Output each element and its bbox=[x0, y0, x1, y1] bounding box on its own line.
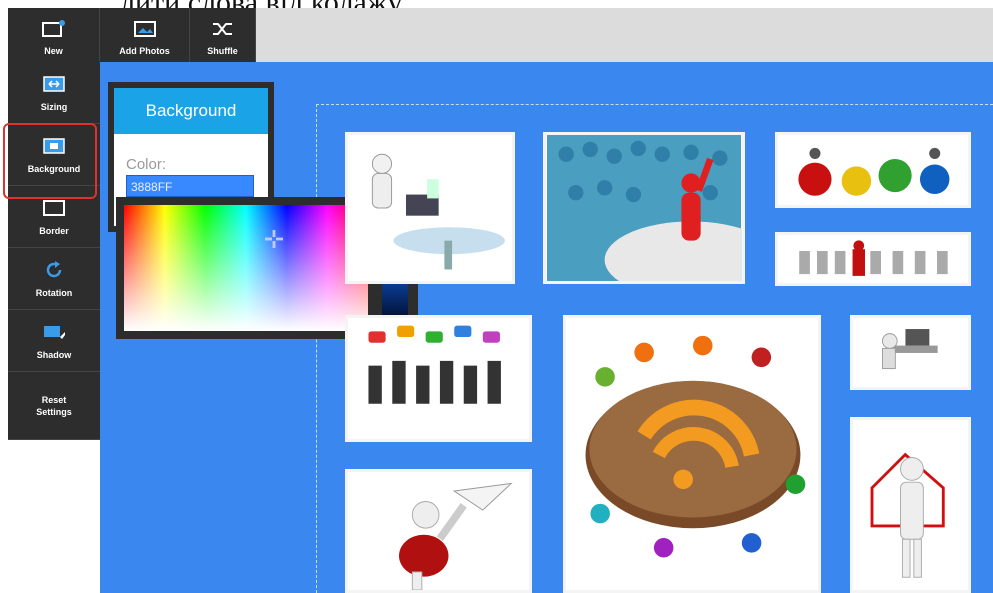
top-toolbar-buttons: New Add Photos Shuffle bbox=[8, 8, 256, 62]
collage-photo-paper-plane-figure[interactable] bbox=[345, 469, 532, 593]
collage-photo-laptop-meeting[interactable] bbox=[345, 132, 515, 284]
sidebar-item-shadow[interactable]: Shadow bbox=[8, 310, 100, 372]
collage-photo-round-table-wifi[interactable] bbox=[563, 315, 821, 593]
settings-sidebar: Sizing Background Border Rotation Shadow… bbox=[8, 62, 100, 440]
collage-photo-desk-figure[interactable] bbox=[850, 315, 971, 390]
shuffle-button-label: Shuffle bbox=[207, 46, 238, 56]
background-highlight-annotation bbox=[3, 123, 97, 199]
add-photos-button[interactable]: Add Photos bbox=[100, 8, 190, 62]
color-hex-input[interactable]: 3888FF bbox=[126, 175, 254, 197]
collage-photo-speech-bubbles-crowd[interactable] bbox=[345, 315, 532, 442]
collage-photo-gears-teamwork[interactable] bbox=[775, 132, 971, 208]
color-label: Color: bbox=[126, 156, 167, 173]
sidebar-item-label: Sizing bbox=[40, 101, 68, 112]
shadow-icon bbox=[41, 322, 67, 344]
shuffle-icon bbox=[211, 20, 235, 40]
color-spectrum-field[interactable] bbox=[124, 205, 368, 331]
photo-icon bbox=[133, 20, 157, 40]
new-collage-icon bbox=[41, 20, 67, 40]
sizing-icon bbox=[41, 74, 67, 96]
sidebar-item-label: Shadow bbox=[36, 349, 72, 360]
collage-photo-crowd-leader[interactable] bbox=[543, 132, 745, 284]
new-button-label: New bbox=[44, 46, 63, 56]
reset-settings-button[interactable]: Reset Settings bbox=[8, 372, 100, 440]
sidebar-item-rotation[interactable]: Rotation bbox=[8, 248, 100, 310]
collage-photo-red-figure-row[interactable] bbox=[775, 232, 971, 286]
sidebar-item-sizing[interactable]: Sizing bbox=[8, 62, 100, 124]
shuffle-button[interactable]: Shuffle bbox=[190, 8, 256, 62]
crosshair-icon bbox=[265, 230, 283, 248]
new-button[interactable]: New bbox=[8, 8, 100, 62]
add-photos-button-label: Add Photos bbox=[119, 46, 170, 56]
background-panel-title: Background bbox=[114, 88, 268, 134]
rotation-icon bbox=[43, 260, 65, 282]
collage-photo-house-figure[interactable] bbox=[850, 417, 971, 593]
reset-settings-label: Reset Settings bbox=[36, 394, 72, 417]
sidebar-item-label: Border bbox=[39, 225, 69, 236]
border-icon bbox=[41, 198, 67, 220]
sidebar-item-label: Rotation bbox=[35, 287, 73, 298]
